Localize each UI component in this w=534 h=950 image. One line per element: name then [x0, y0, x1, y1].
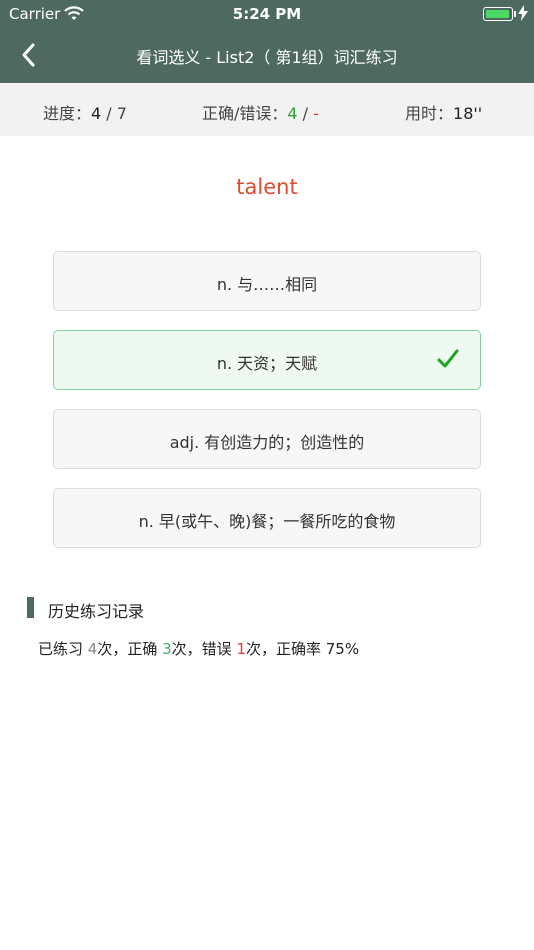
practice-count: 4: [87, 640, 98, 658]
history-text: 次，正确: [97, 640, 163, 658]
answer-option-text: n. 天资；天赋: [216, 354, 318, 373]
history-text: 已练习: [38, 640, 88, 658]
checkmark-icon: [437, 348, 459, 370]
history-wrong-count: 1: [236, 640, 246, 658]
answer-option-correct[interactable]: n. 天资；天赋: [53, 330, 481, 390]
answer-option[interactable]: adj. 有创造力的；创造性的: [53, 409, 481, 469]
battery-icon: [483, 7, 513, 21]
answer-option[interactable]: n. 与……相同: [53, 251, 481, 311]
time-value: 18'': [453, 104, 483, 123]
time-stat: 用时：18'': [405, 100, 482, 124]
answer-option-text: n. 早(或午、晚)餐；一餐所吃的食物: [138, 512, 396, 531]
charging-bolt-icon: [518, 5, 528, 25]
history-title: 历史练习记录: [48, 602, 145, 621]
progress-stat: 进度：4 / 7: [43, 100, 127, 124]
answer-option-text: n. 与……相同: [216, 275, 318, 294]
app-header: Carrier 5:24 PM 看词选义 - List2（ 第1组）词汇练习: [0, 0, 534, 83]
section-marker: [27, 597, 34, 618]
status-bar: Carrier 5:24 PM: [0, 0, 534, 28]
progress-separator: /: [101, 104, 117, 123]
history-text: 次，正确率: [245, 640, 326, 658]
clock: 5:24 PM: [232, 5, 302, 23]
progress-label: 进度：: [43, 104, 92, 123]
accuracy-stat: 正确/错误：4 / -: [202, 100, 319, 124]
battery-level-fill: [486, 10, 509, 18]
question-word: talent: [236, 175, 298, 199]
history-rate: 75%: [325, 640, 360, 658]
navigation-bar: 看词选义 - List2（ 第1组）词汇练习: [0, 28, 534, 83]
accuracy-separator: /: [297, 104, 314, 123]
answer-option[interactable]: n. 早(或午、晚)餐；一餐所吃的食物: [53, 488, 481, 548]
history-summary: 已练习 4次，正确 3次，错误 1次，正确率 75%: [38, 638, 359, 659]
stats-bar: 进度：4 / 7 正确/错误：4 / - 用时：18'': [0, 83, 534, 136]
chevron-left-icon[interactable]: [14, 40, 44, 70]
history-text: 次，错误: [171, 640, 237, 658]
progress-total: 7: [116, 104, 127, 123]
wrong-count: -: [313, 104, 319, 123]
history-correct-count: 3: [162, 640, 172, 658]
progress-current: 4: [91, 104, 102, 123]
page-title: 看词选义 - List2（ 第1组）词汇练习: [136, 48, 398, 67]
accuracy-label: 正确/错误：: [202, 104, 288, 123]
battery-cap: [514, 11, 516, 17]
correct-count: 4: [287, 104, 298, 123]
answer-option-text: adj. 有创造力的；创造性的: [169, 433, 365, 452]
time-label: 用时：: [405, 104, 454, 123]
